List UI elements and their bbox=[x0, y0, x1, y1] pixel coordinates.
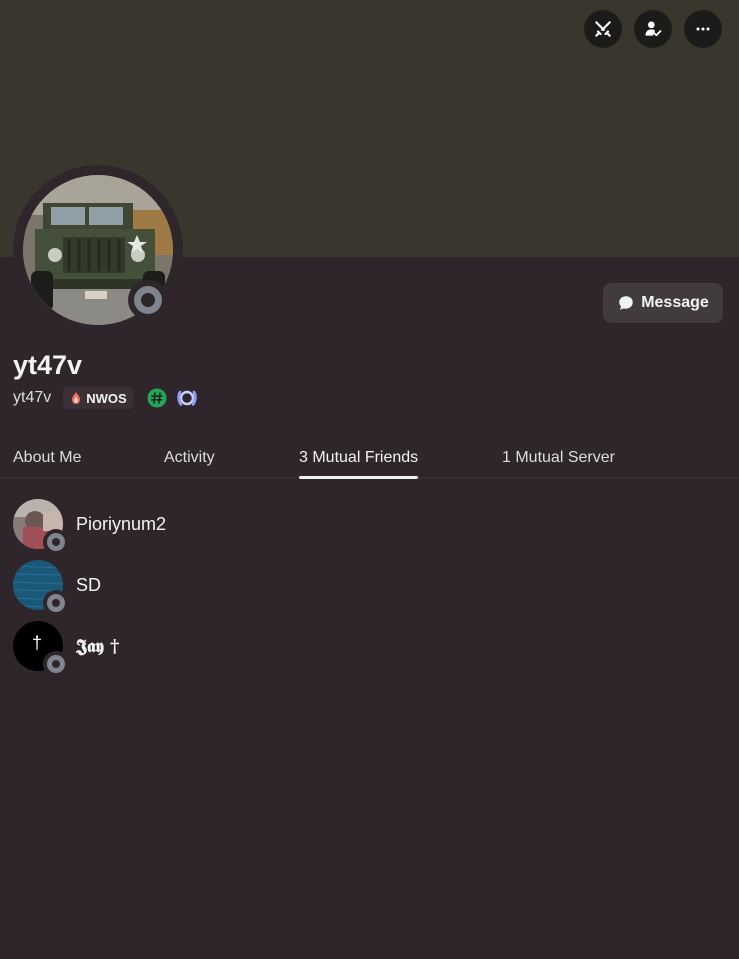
more-options-button[interactable] bbox=[684, 10, 722, 48]
avatar bbox=[13, 560, 69, 616]
friend-name: 𝕵𝖆𝖞 † bbox=[76, 635, 120, 657]
message-button[interactable]: Message bbox=[603, 283, 723, 323]
tab-activity[interactable]: Activity bbox=[164, 449, 215, 478]
avatar: † bbox=[13, 621, 69, 677]
offline-status-icon bbox=[47, 533, 65, 551]
friend-status-button[interactable] bbox=[634, 10, 672, 48]
tab-mutual-servers[interactable]: 1 Mutual Server bbox=[502, 449, 615, 478]
tab-about-me[interactable]: About Me bbox=[13, 449, 81, 478]
chat-bubble-icon bbox=[619, 296, 633, 310]
profile-panel: Message yt47v yt47v NWOS About Me Activi bbox=[0, 0, 739, 959]
more-icon bbox=[696, 27, 710, 31]
list-item[interactable]: SD bbox=[13, 560, 413, 616]
friend-status bbox=[43, 651, 69, 677]
message-button-label: Message bbox=[641, 294, 709, 311]
avatar bbox=[13, 499, 69, 555]
display-name: yt47v bbox=[13, 350, 83, 380]
cross-glyph: † bbox=[31, 632, 42, 653]
hashtag-badge-icon[interactable] bbox=[147, 388, 167, 408]
guild-tag[interactable]: NWOS bbox=[63, 387, 133, 409]
onion-icon bbox=[72, 392, 81, 404]
list-item[interactable]: † 𝕵𝖆𝖞 † bbox=[13, 621, 413, 677]
swords-button[interactable] bbox=[584, 10, 622, 48]
guild-tag-label: NWOS bbox=[86, 390, 127, 406]
tab-mutual-friends[interactable]: 3 Mutual Friends bbox=[299, 449, 419, 479]
avatar-status bbox=[128, 280, 168, 320]
profile-tabs: About Me Activity 3 Mutual Friends 1 Mut… bbox=[0, 445, 739, 479]
friend-name: Pioriynum2 bbox=[76, 513, 167, 534]
swords-icon bbox=[595, 21, 611, 37]
offline-status-icon bbox=[47, 594, 65, 612]
friend-status bbox=[43, 590, 69, 616]
friend-name: SD bbox=[76, 574, 102, 595]
username[interactable]: yt47v bbox=[13, 389, 51, 407]
top-actions bbox=[584, 10, 722, 48]
friend-check-icon bbox=[645, 21, 662, 37]
friend-status bbox=[43, 529, 69, 555]
offline-status-icon bbox=[134, 286, 162, 314]
laurel-badge-icon[interactable] bbox=[175, 386, 199, 410]
list-item[interactable]: Pioriynum2 bbox=[13, 499, 413, 555]
profile-meta-row: yt47v NWOS bbox=[13, 386, 207, 410]
offline-status-icon bbox=[47, 655, 65, 673]
